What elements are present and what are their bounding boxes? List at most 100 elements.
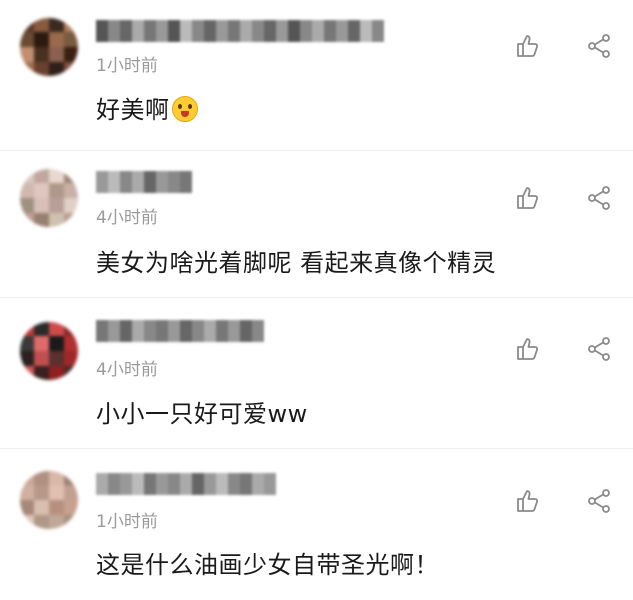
share-button[interactable] [585, 335, 613, 363]
username-pixel [264, 20, 276, 42]
avatar-pixel [64, 169, 78, 183]
avatar-pixel [64, 351, 78, 366]
username-pixel [300, 20, 312, 42]
username-pixel [132, 171, 144, 193]
username-pixel [276, 20, 288, 42]
avatar-pixel [64, 62, 78, 76]
username-pixel [108, 320, 120, 342]
username-pixel [180, 320, 192, 342]
share-button[interactable] [585, 32, 613, 60]
avatar[interactable] [20, 322, 78, 380]
avatar[interactable] [20, 471, 78, 529]
username-pixel [228, 20, 240, 42]
username-pixel [240, 320, 252, 342]
comment-time: 4小时前 [96, 360, 158, 380]
avatar-pixel [20, 213, 34, 227]
username-pixel [264, 473, 276, 495]
username-pixel [204, 473, 216, 495]
username-pixel [252, 320, 264, 342]
username-pixel [204, 20, 216, 42]
username-pixel [132, 473, 144, 495]
comment-text: 小小一只好可爱ww [96, 400, 308, 428]
thumbs-up-icon [517, 338, 539, 360]
comment-text-body: 好美啊 [96, 96, 170, 124]
avatar-pixel [20, 485, 34, 500]
username-pixel [228, 320, 240, 342]
username-pixel [252, 20, 264, 42]
username-pixel [120, 473, 132, 495]
like-button[interactable] [514, 487, 542, 515]
share-button[interactable] [585, 184, 613, 212]
avatar-pixel [34, 47, 49, 62]
avatar-pixel [64, 18, 78, 32]
username-pixel [96, 20, 108, 42]
share-button[interactable] [585, 487, 613, 515]
username-pixel [120, 20, 132, 42]
comment-text: 这是什么油画少女自带圣光啊！ [96, 551, 439, 579]
avatar-pixel [34, 18, 49, 32]
avatar-pixel [64, 183, 78, 198]
avatar-pixel [49, 213, 64, 227]
avatar-pixel [34, 500, 49, 515]
username-pixel [360, 20, 372, 42]
avatar-pixel [64, 366, 78, 380]
avatar-pixel [64, 336, 78, 351]
comment-time: 1小时前 [96, 512, 158, 532]
avatar-pixel [49, 47, 64, 62]
avatar-pixel [20, 47, 34, 62]
avatar-pixel [64, 32, 78, 47]
username-pixel [168, 320, 180, 342]
avatar-pixel [34, 366, 49, 380]
username-pixel [132, 20, 144, 42]
thumbs-up-icon [517, 187, 539, 209]
username-blurred[interactable] [96, 171, 192, 193]
share-icon [588, 337, 610, 361]
username-pixel [192, 320, 204, 342]
avatar-pixel [64, 322, 78, 336]
username-pixel [144, 320, 156, 342]
username-pixel [324, 20, 336, 42]
avatar-pixel [20, 471, 34, 485]
username-pixel [120, 320, 132, 342]
username-pixel [132, 320, 144, 342]
username-pixel [216, 473, 228, 495]
username-pixel [108, 20, 120, 42]
username-pixel [192, 473, 204, 495]
avatar-pixel [49, 183, 64, 198]
like-button[interactable] [514, 184, 542, 212]
avatar-pixel [64, 47, 78, 62]
like-button[interactable] [514, 32, 542, 60]
avatar-pixel [49, 351, 64, 366]
username-pixel [156, 320, 168, 342]
avatar[interactable] [20, 18, 78, 76]
avatar-pixel [20, 183, 34, 198]
username-pixel [156, 473, 168, 495]
username-blurred[interactable] [96, 20, 384, 42]
like-button[interactable] [514, 335, 542, 363]
avatar-pixel [64, 213, 78, 227]
username-blurred[interactable] [96, 320, 264, 342]
username-pixel [108, 473, 120, 495]
share-icon [588, 489, 610, 513]
username-pixel [252, 473, 264, 495]
username-pixel [180, 171, 192, 193]
avatar[interactable] [20, 169, 78, 227]
avatar-pixel [64, 500, 78, 515]
comment-item: 4小时前 美女为啥光着脚呢 看起来真像个精灵 [0, 147, 633, 298]
share-icon [588, 34, 610, 58]
avatar-pixel [34, 351, 49, 366]
username-blurred[interactable] [96, 473, 276, 495]
comment-item: 4小时前 小小一只好可爱ww [0, 298, 633, 449]
avatar-pixel [20, 351, 34, 366]
avatar-pixel [49, 500, 64, 515]
username-pixel [204, 320, 216, 342]
thumbs-up-icon [517, 490, 539, 512]
avatar-pixel [34, 62, 49, 76]
username-pixel [144, 20, 156, 42]
avatar-pixel [20, 32, 34, 47]
avatar-pixel [34, 169, 49, 183]
username-pixel [108, 171, 120, 193]
comment-time: 4小时前 [96, 208, 158, 228]
username-pixel [228, 473, 240, 495]
avatar-pixel [34, 213, 49, 227]
